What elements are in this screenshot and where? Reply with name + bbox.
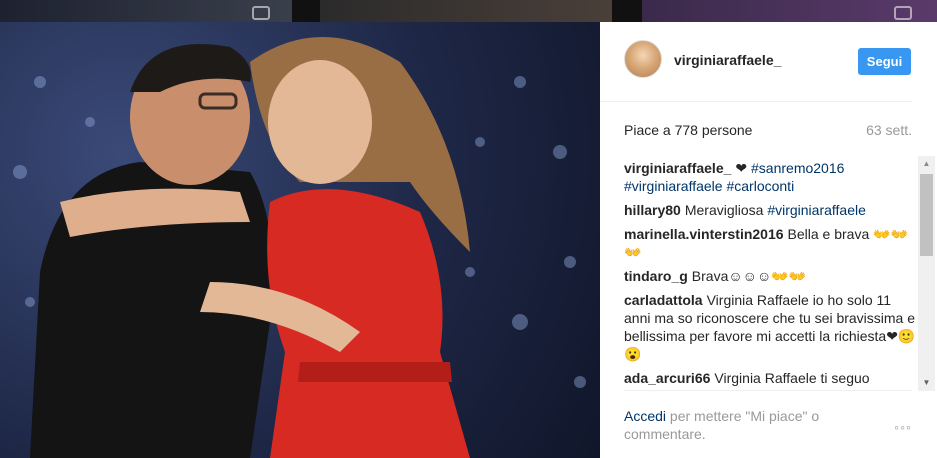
comment: marinella.vinterstin2016 Bella e brava 👐👐… bbox=[624, 225, 916, 261]
comment-text: Meravigliosa bbox=[684, 202, 768, 218]
follow-button[interactable]: Segui bbox=[858, 48, 911, 75]
login-prompt: Accedi per mettere "Mi piace" o commenta… bbox=[624, 407, 864, 443]
comment-author[interactable]: marinella.vinterstin2016 bbox=[624, 226, 784, 242]
post-header: virginiaraffaele_ Segui bbox=[600, 22, 912, 102]
comment-author[interactable]: tindaro_g bbox=[624, 268, 688, 284]
scroll-thumb[interactable] bbox=[920, 174, 933, 256]
thumbnail-1[interactable] bbox=[0, 0, 292, 22]
likes-row: Piace a 778 persone 63 sett. bbox=[624, 122, 912, 142]
comment-text: Brava☺☺☺👐👐 bbox=[691, 268, 807, 284]
scroll-up-arrow-icon[interactable]: ▲ bbox=[918, 156, 935, 172]
comment-author[interactable]: carladattola bbox=[624, 292, 703, 308]
comment: hillary80 Meravigliosa #virginiaraffaele bbox=[624, 201, 916, 219]
comment: virginiaraffaele_ ❤ #sanremo2016 #virgini… bbox=[624, 159, 916, 195]
post-photo bbox=[0, 22, 600, 458]
post-sidebar: virginiaraffaele_ Segui Piace a 778 pers… bbox=[600, 22, 937, 458]
comment-hashtags[interactable]: #virginiaraffaele bbox=[767, 202, 866, 218]
username[interactable]: virginiaraffaele_ bbox=[674, 52, 781, 68]
camera-icon bbox=[252, 6, 270, 20]
comment-text: Virginia Raffaele ti seguo bbox=[714, 370, 870, 386]
likes-count[interactable]: Piace a 778 persone bbox=[624, 122, 752, 138]
comment: tindaro_g Brava☺☺☺👐👐 bbox=[624, 267, 916, 285]
comment: ada_arcuri66 Virginia Raffaele ti seguo bbox=[624, 369, 916, 387]
comment-author[interactable]: virginiaraffaele_ bbox=[624, 160, 731, 176]
comments-list: virginiaraffaele_ ❤ #sanremo2016 #virgini… bbox=[624, 159, 916, 389]
post-time[interactable]: 63 sett. bbox=[866, 122, 912, 138]
comments-scrollbar[interactable]: ▲ ▼ bbox=[918, 156, 935, 391]
avatar[interactable] bbox=[624, 40, 662, 78]
post-footer: Accedi per mettere "Mi piace" o commenta… bbox=[624, 390, 912, 458]
more-options-icon[interactable]: ◦◦◦ bbox=[894, 419, 912, 435]
comment-author[interactable]: ada_arcuri66 bbox=[624, 370, 710, 386]
comment: carladattola Virginia Raffaele io ho solo… bbox=[624, 291, 916, 363]
comment-author[interactable]: hillary80 bbox=[624, 202, 681, 218]
camera-icon bbox=[894, 6, 912, 20]
login-link[interactable]: Accedi bbox=[624, 408, 666, 424]
scroll-down-arrow-icon[interactable]: ▼ bbox=[918, 375, 935, 391]
thumbnail-3[interactable] bbox=[642, 0, 937, 22]
thumbnail-2[interactable] bbox=[320, 0, 612, 22]
comment-text: ❤ bbox=[735, 160, 752, 176]
